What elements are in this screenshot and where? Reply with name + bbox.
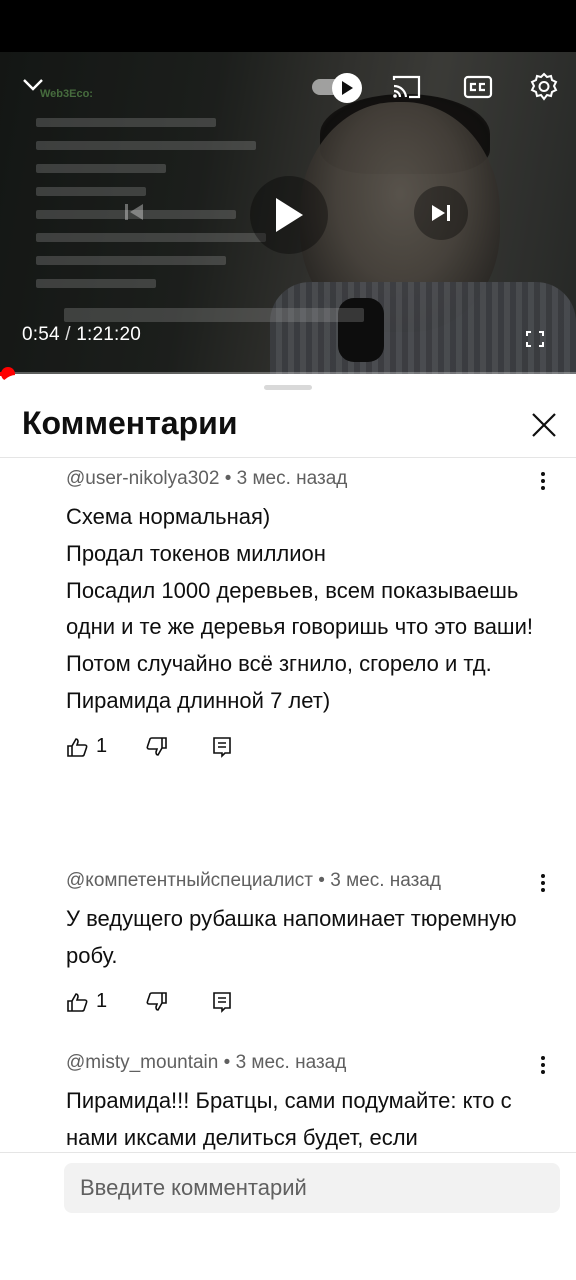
comment-more-button[interactable] bbox=[528, 467, 558, 495]
comment-meta: @user-nikolya302 • 3 мес. назад bbox=[66, 467, 556, 491]
meta-dot: • bbox=[224, 468, 237, 489]
comments-sheet: Комментарии @user-nikolya302 • 3 мес. на… bbox=[0, 375, 576, 1280]
comment-time: 3 мес. назад bbox=[235, 1052, 347, 1073]
dislike-button[interactable] bbox=[146, 987, 206, 1017]
comment-item: @user-nikolya302 • 3 мес. назад Схема но… bbox=[66, 467, 556, 762]
comment-item: @misty_mountain • 3 мес. назад Пирамида!… bbox=[66, 1051, 556, 1151]
comment-item: @компетентныйспециалист • 3 мес. назад У… bbox=[66, 869, 556, 1017]
comment-text: У ведущего рубашка напоминает тюремную р… bbox=[66, 906, 517, 968]
sheet-drag-handle[interactable] bbox=[264, 385, 312, 390]
close-icon bbox=[532, 413, 556, 437]
fullscreen-button[interactable] bbox=[520, 326, 550, 352]
comment-more-button[interactable] bbox=[528, 869, 558, 897]
like-button[interactable]: 1 bbox=[66, 987, 146, 1017]
meta-dot: • bbox=[318, 870, 331, 891]
play-button[interactable] bbox=[250, 176, 328, 254]
more-vert-icon bbox=[541, 472, 545, 490]
comments-title: Комментарии bbox=[22, 405, 238, 441]
thumb-up-icon bbox=[67, 737, 88, 757]
chevron-down-icon bbox=[23, 79, 43, 91]
cast-icon bbox=[392, 75, 421, 99]
close-button[interactable] bbox=[524, 405, 564, 445]
status-bar bbox=[0, 0, 576, 52]
reply-button[interactable] bbox=[212, 732, 252, 762]
comment-time: 3 мес. назад bbox=[330, 870, 441, 891]
comment-author[interactable]: @user-nikolya302 bbox=[66, 468, 219, 489]
comment-input[interactable] bbox=[64, 1163, 560, 1213]
cast-button[interactable] bbox=[386, 70, 426, 104]
reply-icon bbox=[213, 736, 231, 758]
comment-input-bar bbox=[0, 1152, 576, 1280]
more-vert-icon bbox=[541, 874, 545, 892]
thumb-down-icon bbox=[146, 736, 167, 756]
reply-button[interactable] bbox=[212, 987, 252, 1017]
like-count: 1 bbox=[96, 990, 108, 1013]
gear-icon bbox=[530, 72, 558, 101]
more-vert-icon bbox=[541, 1056, 545, 1074]
autoplay-toggle-icon bbox=[332, 73, 362, 103]
time-separator: / bbox=[65, 324, 71, 345]
comment-text: Пирамида!!! Братцы, сами подумайте: кто … bbox=[66, 1088, 512, 1150]
comments-list[interactable]: @user-nikolya302 • 3 мес. назад Схема но… bbox=[0, 459, 576, 1151]
cc-icon bbox=[463, 75, 493, 99]
dislike-button[interactable] bbox=[146, 732, 206, 762]
like-count: 1 bbox=[96, 735, 108, 758]
comment-time: 3 мес. назад bbox=[236, 468, 348, 489]
next-button[interactable] bbox=[414, 186, 468, 240]
skip-next-icon bbox=[432, 205, 450, 221]
reply-icon bbox=[213, 991, 231, 1013]
like-button[interactable]: 1 bbox=[66, 732, 146, 762]
current-time: 0:54 bbox=[22, 324, 60, 345]
video-duration: 1:21:20 bbox=[76, 324, 142, 345]
header-divider bbox=[0, 457, 576, 458]
comment-actions: 1 bbox=[66, 732, 556, 762]
comment-author[interactable]: @misty_mountain bbox=[66, 1052, 218, 1073]
previous-button[interactable] bbox=[112, 190, 156, 234]
time-display: 0:54 / 1:21:20 bbox=[22, 324, 141, 346]
thumb-up-icon bbox=[67, 992, 88, 1012]
minimize-button[interactable] bbox=[16, 70, 50, 100]
play-icon bbox=[276, 198, 303, 232]
settings-button[interactable] bbox=[524, 68, 564, 106]
comment-text: Схема нормальная) Продал токенов миллион… bbox=[66, 504, 533, 713]
comment-actions: 1 bbox=[66, 987, 556, 1017]
comment-more-button[interactable] bbox=[528, 1051, 558, 1079]
comment-meta: @компетентныйспециалист • 3 мес. назад bbox=[66, 869, 556, 893]
comment-author[interactable]: @компетентныйспециалист bbox=[66, 870, 313, 891]
thumb-down-icon bbox=[146, 991, 167, 1011]
fullscreen-icon bbox=[526, 331, 544, 347]
skip-previous-icon bbox=[125, 204, 143, 220]
autoplay-toggle[interactable] bbox=[312, 72, 364, 103]
comment-meta: @misty_mountain • 3 мес. назад bbox=[66, 1051, 556, 1075]
captions-button[interactable] bbox=[458, 70, 498, 104]
meta-dot: • bbox=[223, 1052, 236, 1073]
